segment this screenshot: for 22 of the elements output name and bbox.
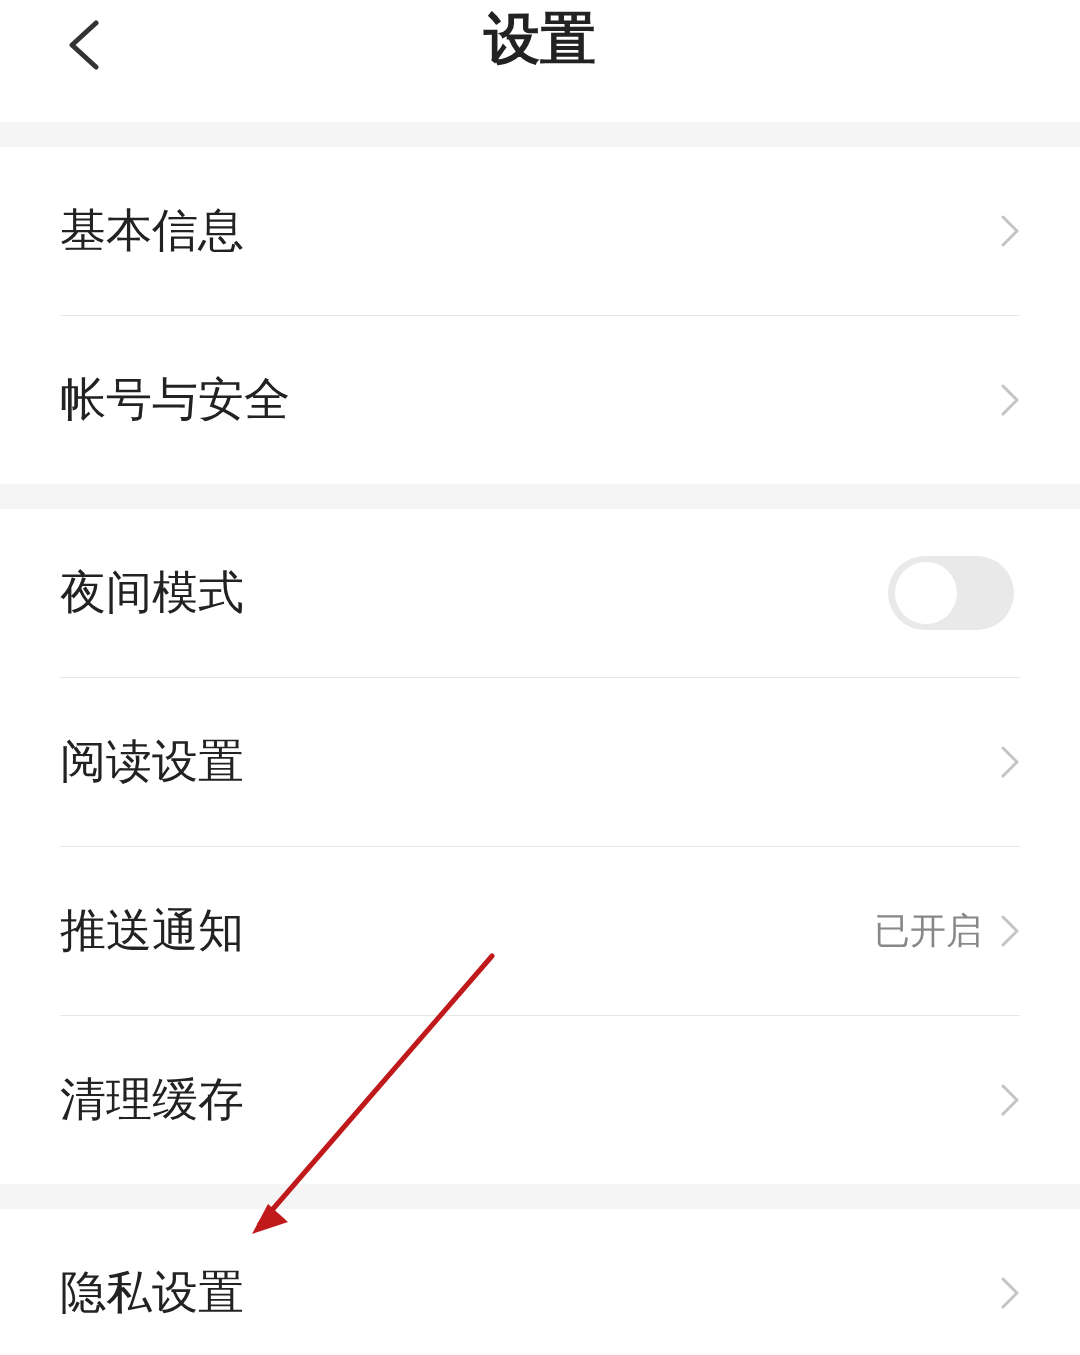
row-value: 已开启	[874, 908, 982, 953]
chevron-icon	[1000, 914, 1020, 948]
settings-row[interactable]: 清理缓存	[60, 1016, 1020, 1184]
settings-row[interactable]: 夜间模式	[60, 509, 1020, 678]
row-label: 夜间模式	[60, 564, 244, 621]
row-label: 清理缓存	[60, 1071, 244, 1128]
row-label: 隐私设置	[60, 1264, 244, 1321]
back-icon[interactable]	[66, 20, 102, 70]
chevron-icon	[1000, 1083, 1020, 1117]
row-label: 推送通知	[60, 902, 244, 959]
chevron-icon	[1000, 745, 1020, 779]
settings-row[interactable]: 推送通知 已开启	[60, 847, 1020, 1016]
chevron-icon	[1000, 214, 1020, 248]
row-label: 基本信息	[60, 202, 244, 259]
settings-row[interactable]: 基本信息	[60, 147, 1020, 316]
row-label: 阅读设置	[60, 733, 244, 790]
settings-row[interactable]: 阅读设置	[60, 678, 1020, 847]
chevron-icon	[1000, 1276, 1020, 1310]
page-title: 设置	[484, 4, 596, 73]
row-label: 帐号与安全	[60, 371, 290, 428]
settings-row[interactable]: 帐号与安全	[60, 316, 1020, 484]
chevron-icon	[1000, 383, 1020, 417]
